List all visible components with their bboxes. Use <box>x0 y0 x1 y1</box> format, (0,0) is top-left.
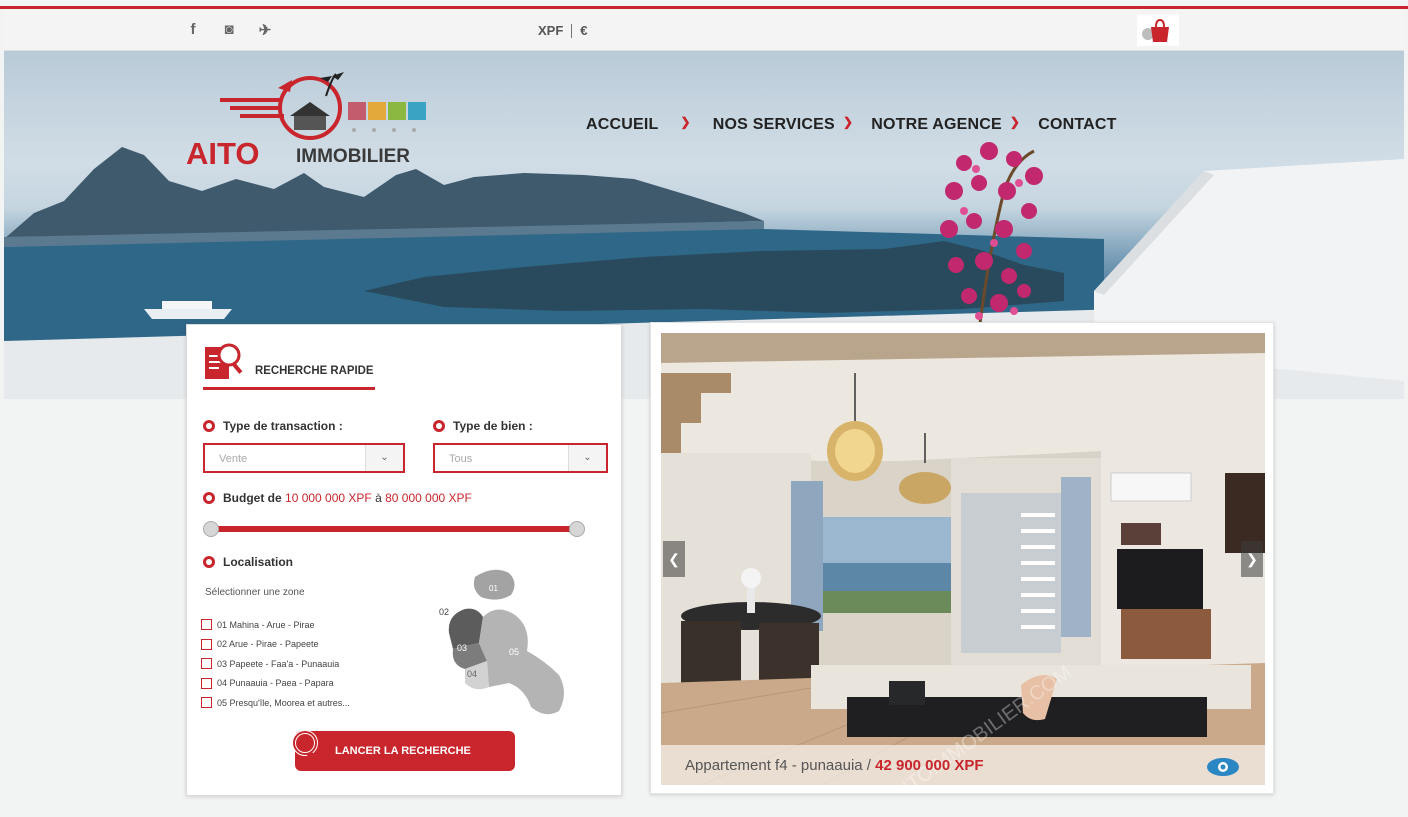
currency-switcher: XPF € <box>538 23 588 38</box>
budget-max-value: 80 000 000 XPF <box>385 491 472 505</box>
property-type-select-value: Tous <box>449 453 473 465</box>
search-submit-label: LANCER LA RECHERCHE <box>335 745 471 757</box>
next-slide-button[interactable]: ❯ <box>1241 541 1263 577</box>
title-underline <box>203 387 375 390</box>
eye-icon[interactable] <box>1203 755 1243 779</box>
budget-min-value: 10 000 000 XPF <box>285 491 372 505</box>
zone-hint: Sélectionner une zone <box>205 587 305 598</box>
map-label-02: 02 <box>439 607 449 617</box>
property-type-label: Type de bien : <box>433 419 533 433</box>
zone-label: 02 Arue - Pirae - Papeete <box>217 639 319 650</box>
zone-checkbox-04[interactable]: 04 Punaauia - Paea - Papara <box>201 674 350 694</box>
map-label-05: 05 <box>509 647 519 657</box>
checkbox[interactable] <box>201 638 212 650</box>
transaction-select[interactable]: Vente ⌄ <box>203 443 405 473</box>
cart-button[interactable] <box>1137 14 1179 46</box>
map-label-04: 04 <box>467 669 477 679</box>
checkbox[interactable] <box>201 697 212 709</box>
chevron-down-icon: ⌄ <box>365 445 403 471</box>
chevron-down-icon[interactable]: ❯ <box>843 115 853 129</box>
logo-emblem-icon <box>220 72 426 140</box>
property-type-label-text: Type de bien : <box>453 419 533 433</box>
facebook-icon[interactable]: f <box>184 21 202 39</box>
twitter-icon[interactable]: ✈ <box>256 21 274 39</box>
bullet-icon <box>433 420 445 432</box>
currency-eur[interactable]: € <box>580 23 587 38</box>
tahiti-zone-map[interactable]: 01 02 03 04 05 <box>435 565 595 725</box>
budget-prefix: Budget de <box>223 491 282 505</box>
transaction-select-value: Vente <box>219 453 248 465</box>
search-submit-button[interactable]: LANCER LA RECHERCHE <box>295 731 515 771</box>
checkbox[interactable] <box>201 619 212 631</box>
zone-label: 04 Punaauia - Paea - Papara <box>217 678 334 689</box>
search-document-icon <box>205 343 243 379</box>
listing-price: 42 900 000 XPF <box>875 757 984 774</box>
transaction-label: Type de transaction : <box>203 419 343 433</box>
location-label-text: Localisation <box>223 555 294 569</box>
bullet-icon <box>203 420 215 432</box>
budget-separator: à <box>375 491 382 505</box>
budget-max-handle[interactable] <box>569 521 585 537</box>
zone-label: 05 Presqu'île, Moorea et autres... <box>217 697 350 708</box>
search-icon <box>292 730 322 768</box>
search-title: RECHERCHE RAPIDE <box>255 363 374 377</box>
location-label: Localisation <box>203 555 293 569</box>
currency-divider <box>571 23 573 38</box>
currency-xpf[interactable]: XPF <box>538 23 563 38</box>
bullet-icon <box>203 556 215 568</box>
nav-accueil[interactable]: ACCUEIL <box>586 116 659 134</box>
map-zone-05[interactable] <box>479 609 564 715</box>
budget-label: Budget de 10 000 000 XPF à 80 000 000 XP… <box>203 491 472 505</box>
checkbox[interactable] <box>201 658 212 670</box>
prev-slide-button[interactable]: ❮ <box>663 541 685 577</box>
chevron-down-icon[interactable]: ❯ <box>681 115 691 129</box>
zone-checkbox-03[interactable]: 03 Papeete - Faa'a - Punaauia <box>201 654 350 674</box>
nav-nos-services[interactable]: NOS SERVICES <box>713 116 835 134</box>
nav-notre-agence[interactable]: NOTRE AGENCE <box>871 116 1002 134</box>
shopping-bag-icon <box>1142 18 1169 42</box>
featured-listing[interactable]: AITOIMMOBILIER.COM ❮ ❯ Appartement f4 - … <box>650 322 1274 794</box>
property-type-select[interactable]: Tous ⌄ <box>433 443 608 473</box>
zone-list: 01 Mahina - Arue - Pirae 02 Arue - Pirae… <box>201 615 350 713</box>
main-nav: ACCUEIL ❯ NOS SERVICES ❯ NOTRE AGENCE ❯ … <box>586 115 1117 134</box>
zone-checkbox-01[interactable]: 01 Mahina - Arue - Pirae <box>201 615 350 635</box>
quick-search-panel: RECHERCHE RAPIDE Type de transaction : V… <box>186 324 622 796</box>
top-bar: f ◙ ✈ XPF € <box>4 9 1404 51</box>
bullet-icon <box>203 492 215 504</box>
budget-slider-track[interactable] <box>211 526 577 532</box>
budget-min-handle[interactable] <box>203 521 219 537</box>
living-room-photo: AITOIMMOBILIER.COM <box>661 333 1265 785</box>
zone-label: 03 Papeete - Faa'a - Punaauia <box>217 658 340 669</box>
transaction-label-text: Type de transaction : <box>223 419 343 433</box>
nav-contact[interactable]: CONTACT <box>1038 116 1116 134</box>
chevron-down-icon[interactable]: ❯ <box>1010 115 1020 129</box>
page: f ◙ ✈ XPF € AITO IMMOBILIER ACCUEIL ❯ NO… <box>0 0 1408 817</box>
zone-label: 01 Mahina - Arue - Pirae <box>217 619 315 630</box>
brand-name: AITO <box>186 136 260 171</box>
map-label-03: 03 <box>457 643 467 653</box>
chevron-down-icon: ⌄ <box>568 445 606 471</box>
zone-checkbox-02[interactable]: 02 Arue - Pirae - Papeete <box>201 635 350 655</box>
brand-subtitle: IMMOBILIER <box>296 146 410 167</box>
brand-logo[interactable]: AITO IMMOBILIER <box>186 72 446 171</box>
listing-photo[interactable]: AITOIMMOBILIER.COM ❮ ❯ Appartement f4 - … <box>661 333 1265 785</box>
map-label-01: 01 <box>489 584 498 593</box>
listing-caption[interactable]: Appartement f4 - punaauia / 42 900 000 X… <box>661 745 1265 785</box>
zone-checkbox-05[interactable]: 05 Presqu'île, Moorea et autres... <box>201 693 350 713</box>
instagram-icon[interactable]: ◙ <box>220 21 238 39</box>
checkbox[interactable] <box>201 677 212 689</box>
social-links: f ◙ ✈ <box>184 21 274 39</box>
listing-title: Appartement f4 - punaauia / <box>685 757 871 774</box>
